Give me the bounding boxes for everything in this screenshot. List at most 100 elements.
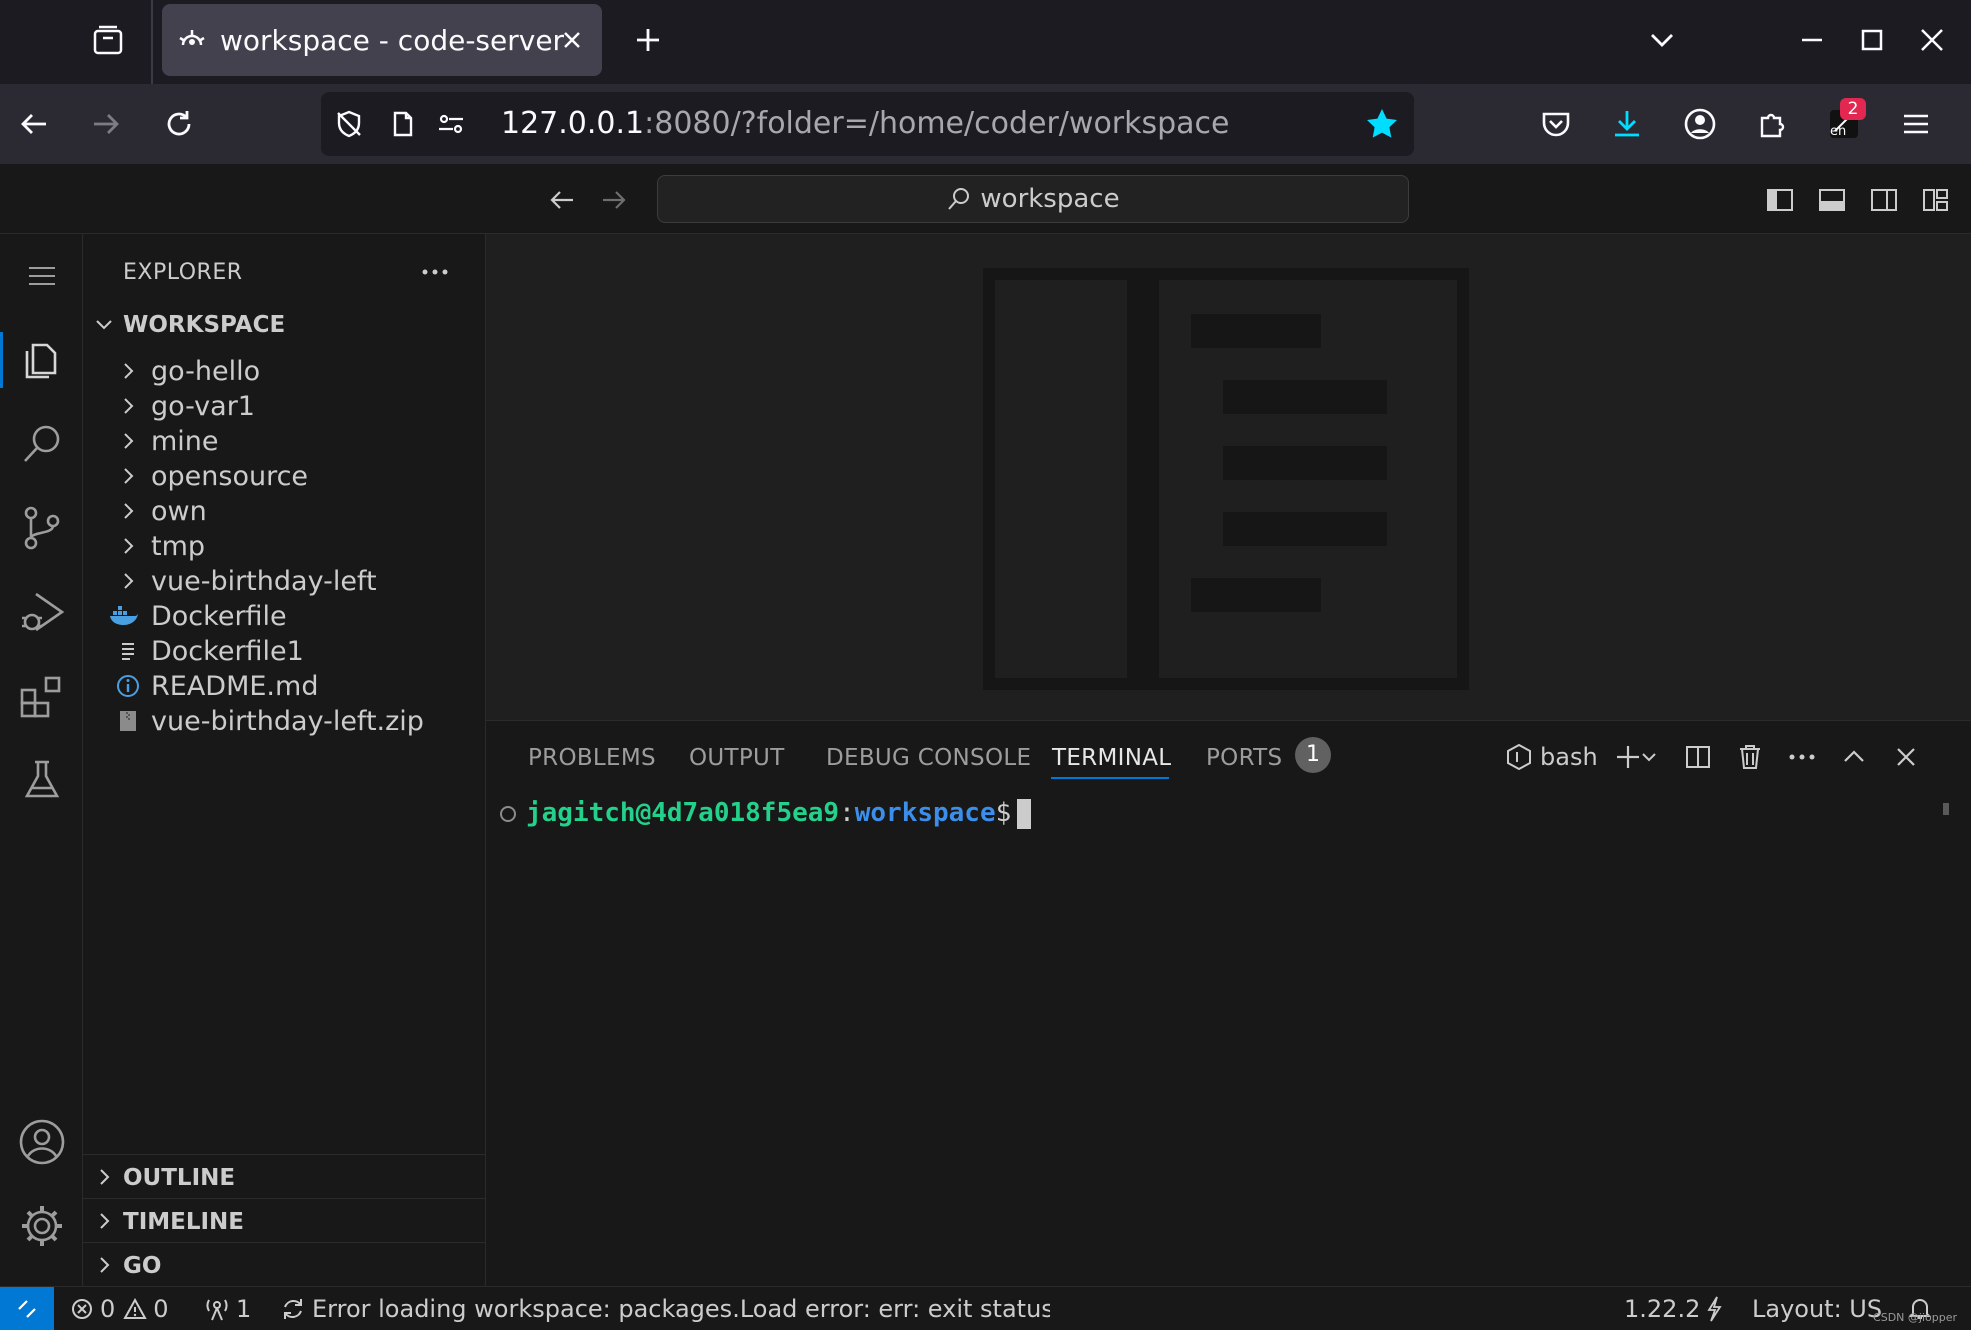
language-extension-button[interactable]: en 2 <box>1818 98 1870 150</box>
firefox-view-icon <box>91 23 125 57</box>
firefox-view-button[interactable] <box>84 16 132 64</box>
ports-count-badge: 1 <box>1295 737 1331 773</box>
tree-item-label: vue-birthday-left.zip <box>151 706 424 737</box>
keyboard-layout-status-button[interactable]: Layout: US <box>1752 1287 1882 1330</box>
forwarded-ports-status-button[interactable]: 1 <box>204 1287 251 1330</box>
explorer-more-actions-button[interactable] <box>413 250 457 294</box>
permissions-icon[interactable] <box>433 106 469 142</box>
problems-status-button[interactable]: 0 0 <box>70 1287 169 1330</box>
account-button[interactable] <box>1674 98 1726 150</box>
zip-file-icon <box>113 706 143 736</box>
explorer-title: EXPLORER <box>123 260 243 285</box>
app-menu-button[interactable] <box>1890 98 1942 150</box>
extension-badge: 2 <box>1840 98 1866 120</box>
tree-item-file[interactable]: vue-birthday-left.zip <box>83 700 485 744</box>
activity-extensions[interactable] <box>0 654 83 738</box>
chevron-right-icon <box>113 566 143 596</box>
url-text[interactable]: 127.0.0.1:8080/?folder=/home/coder/works… <box>501 106 1230 141</box>
browser-tab-active[interactable]: workspace - code-server <box>162 4 602 76</box>
reload-icon <box>163 108 195 140</box>
tab-output[interactable]: OUTPUT <box>689 745 785 771</box>
warning-icon <box>123 1297 147 1321</box>
tab-ports[interactable]: PORTS <box>1206 745 1282 771</box>
customize-layout-button[interactable] <box>1914 178 1958 222</box>
back-button[interactable] <box>8 98 60 150</box>
tree-item-label: mine <box>151 426 219 457</box>
split-terminal-button[interactable] <box>1678 737 1718 777</box>
go-forward-button[interactable] <box>592 178 636 222</box>
chevron-right-icon <box>89 1162 119 1192</box>
timeline-section-header[interactable]: TIMELINE <box>83 1198 485 1242</box>
panel-more-actions-button[interactable] <box>1782 737 1822 777</box>
chevron-right-icon <box>113 426 143 456</box>
search-icon <box>946 186 972 212</box>
tree-item-label: README.md <box>151 671 319 702</box>
outline-section-header[interactable]: OUTLINE <box>83 1154 485 1198</box>
reload-button[interactable] <box>153 98 205 150</box>
minimize-window-button[interactable] <box>1790 18 1834 62</box>
maximize-window-button[interactable] <box>1850 18 1894 62</box>
kill-terminal-button[interactable] <box>1730 737 1770 777</box>
toggle-secondary-sidebar-button[interactable] <box>1862 178 1906 222</box>
arrow-left-icon <box>548 186 576 214</box>
accounts-button[interactable] <box>0 1100 83 1184</box>
toggle-panel-button[interactable] <box>1810 178 1854 222</box>
application-menu-button[interactable] <box>0 234 83 318</box>
tree-item-label: own <box>151 496 207 527</box>
go-section-label: GO <box>123 1253 162 1279</box>
active-tab-indicator <box>1051 777 1169 779</box>
command-center-search[interactable]: workspace <box>657 175 1409 223</box>
activity-run-debug[interactable] <box>0 570 83 654</box>
downloads-button[interactable] <box>1601 98 1653 150</box>
list-all-tabs-button[interactable] <box>1640 18 1684 62</box>
minimize-icon <box>1800 28 1824 52</box>
terminal-launch-profile-button[interactable] <box>1636 737 1662 777</box>
tab-debug-console[interactable]: DEBUG CONSOLE <box>826 745 1031 771</box>
terminal-cwd: workspace <box>854 798 996 828</box>
close-panel-button[interactable] <box>1886 737 1926 777</box>
tree-item-label: tmp <box>151 531 206 562</box>
toggle-primary-sidebar-button[interactable] <box>1758 178 1802 222</box>
pocket-button[interactable] <box>1530 98 1582 150</box>
tree-item-label: go-hello <box>151 356 261 387</box>
remote-icon <box>15 1297 39 1321</box>
manage-settings-button[interactable] <box>0 1184 83 1268</box>
activity-explorer[interactable] <box>0 318 83 402</box>
workspace-status-message[interactable]: Error loading workspace: packages.Load e… <box>280 1287 1050 1330</box>
close-window-button[interactable] <box>1910 18 1954 62</box>
activity-source-control[interactable] <box>0 486 83 570</box>
maximize-panel-button[interactable] <box>1834 737 1874 777</box>
activity-search[interactable] <box>0 402 83 486</box>
go-version-status-button[interactable]: 1.22.2 <box>1624 1287 1722 1330</box>
watermark-text: CSDN @jiopper <box>1873 1311 1957 1324</box>
extensions-button[interactable] <box>1746 98 1798 150</box>
editor-area[interactable] <box>486 234 1971 720</box>
new-tab-button[interactable] <box>626 18 670 62</box>
remote-indicator-button[interactable] <box>0 1287 54 1330</box>
chevron-right-icon <box>113 391 143 421</box>
tab-problems[interactable]: PROBLEMS <box>528 745 656 771</box>
bookmark-star-icon[interactable] <box>1362 104 1402 144</box>
terminal-scrollbar[interactable] <box>1943 803 1949 815</box>
hamburger-menu-icon <box>1901 109 1931 139</box>
hamburger-menu-icon <box>26 260 58 292</box>
page-info-icon[interactable] <box>385 106 421 142</box>
go-section-header[interactable]: GO <box>83 1242 485 1286</box>
tree-item-label: Dockerfile1 <box>151 636 304 667</box>
terminal-view[interactable]: jagitch@4d7a018f5ea9:workspace$ <box>486 791 1971 1281</box>
close-icon[interactable] <box>556 24 588 56</box>
chevron-right-icon <box>89 1250 119 1280</box>
tracking-protection-shield-icon[interactable] <box>331 106 367 142</box>
go-back-button[interactable] <box>540 178 584 222</box>
tab-terminal[interactable]: TERMINAL <box>1052 745 1171 771</box>
close-icon <box>1919 27 1945 53</box>
workspace-section-header[interactable]: WORKSPACE <box>83 306 485 346</box>
outline-section-label: OUTLINE <box>123 1165 236 1191</box>
code-server-favicon-icon <box>176 24 208 56</box>
text-file-icon <box>113 636 143 666</box>
url-bar[interactable]: 127.0.0.1:8080/?folder=/home/coder/works… <box>321 92 1414 156</box>
forward-button[interactable] <box>80 98 132 150</box>
activity-testing[interactable] <box>0 738 83 822</box>
terminal-profile-selector[interactable]: bash <box>1506 737 1598 777</box>
download-icon <box>1611 108 1643 140</box>
